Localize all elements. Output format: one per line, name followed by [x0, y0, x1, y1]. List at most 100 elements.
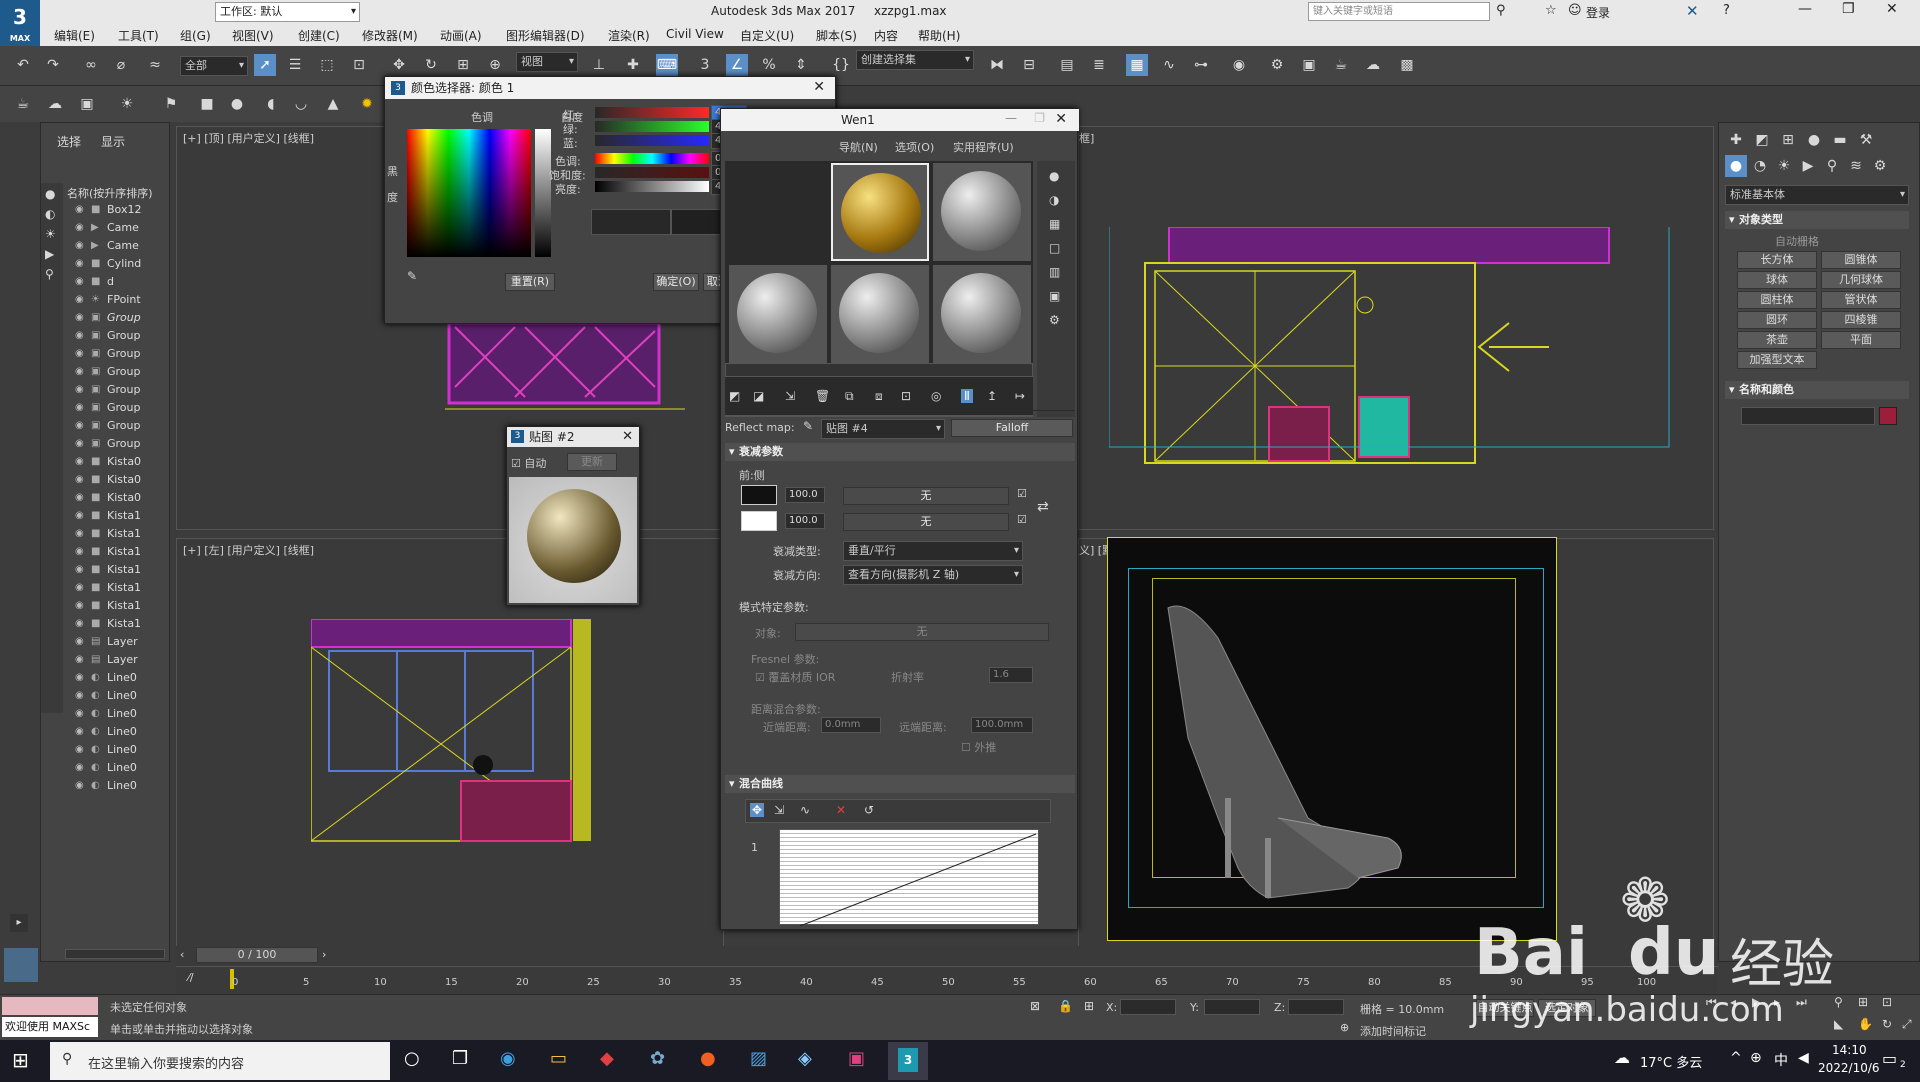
- viewport-left[interactable]: [+] [左] [用户定义] [线框]: [176, 538, 724, 950]
- filter-helpers-icon[interactable]: ⚲: [45, 267, 54, 281]
- undo-icon[interactable]: ↶: [12, 54, 34, 76]
- taskbar-search[interactable]: ⚲ 在这里输入你要搜索的内容: [50, 1042, 390, 1080]
- tab-select[interactable]: 选择: [57, 133, 81, 150]
- list-item[interactable]: ◉ ■ Box12: [65, 201, 165, 219]
- app-icon-3[interactable]: ▨: [750, 1048, 767, 1069]
- unlink-icon[interactable]: ⌀: [110, 54, 132, 76]
- list-item[interactable]: ◉ ■ Kista1: [65, 507, 165, 525]
- list-item[interactable]: ◉ ■ d: [65, 273, 165, 291]
- reset-curve-icon[interactable]: ↺: [864, 803, 874, 817]
- box-icon[interactable]: ■: [196, 93, 218, 115]
- add-point-icon[interactable]: ∿: [800, 803, 810, 817]
- show-end-icon[interactable]: Ⅱ: [961, 389, 973, 403]
- list-item[interactable]: ◉ ◐ Line0: [65, 741, 165, 759]
- ime-indicator[interactable]: 中: [1774, 1050, 1788, 1070]
- put-to-scene-icon[interactable]: ◪: [753, 389, 764, 403]
- align-icon[interactable]: ⊟: [1018, 54, 1040, 76]
- lock-selection-icon[interactable]: 🔒: [1058, 999, 1073, 1013]
- list-item[interactable]: ◉ ■ Kista1: [65, 525, 165, 543]
- menu-customize[interactable]: 自定义(U): [740, 27, 794, 44]
- light-icon[interactable]: ☀: [116, 93, 138, 115]
- cloud-icon[interactable]: ☁: [44, 93, 66, 115]
- list-item[interactable]: ◉ ◐ Line0: [65, 669, 165, 687]
- box-button[interactable]: 长方体: [1737, 251, 1817, 269]
- viewport-top-label[interactable]: [+] [顶] [用户定义] [线框]: [183, 130, 314, 146]
- value-slider[interactable]: [595, 181, 709, 192]
- side-map-checkbox[interactable]: ☑: [1017, 513, 1027, 526]
- red-slider[interactable]: [595, 107, 709, 118]
- list-item[interactable]: ◉ ■ Kista1: [65, 543, 165, 561]
- object-color-swatch[interactable]: [1879, 407, 1897, 425]
- hemisphere-icon[interactable]: ◖: [260, 93, 282, 115]
- app-icon-4[interactable]: ◈: [798, 1048, 812, 1069]
- list-item[interactable]: ◉ ▣ Group: [65, 327, 165, 345]
- help-icon[interactable]: ?: [1723, 3, 1730, 18]
- user-icon[interactable]: ☺: [1568, 3, 1582, 18]
- falloff-params-rollout[interactable]: 衰减参数: [725, 443, 1075, 461]
- list-item[interactable]: ◉ ■ Kista1: [65, 561, 165, 579]
- list-item[interactable]: ◉ ▣ Group: [65, 381, 165, 399]
- show-shaded-icon[interactable]: ◎: [931, 389, 941, 403]
- geometry-icon[interactable]: ●: [1725, 155, 1747, 177]
- lights-icon[interactable]: ☀: [1773, 155, 1795, 177]
- falloff-type-select[interactable]: 垂直/平行: [843, 541, 1023, 561]
- ior-spinner[interactable]: 1.6: [989, 667, 1033, 683]
- link-icon[interactable]: ∞: [80, 54, 102, 76]
- x-coord-input[interactable]: [1120, 999, 1176, 1015]
- login-link[interactable]: 登录: [1586, 4, 1610, 21]
- edit-named-sel-icon[interactable]: {}: [830, 54, 852, 76]
- front-map-button[interactable]: 无: [843, 487, 1009, 505]
- motion-tab-icon[interactable]: ●: [1803, 129, 1825, 151]
- selection-filter-select[interactable]: 全部: [180, 56, 248, 76]
- time-tag-icon[interactable]: ⊕: [1340, 1021, 1349, 1034]
- backlight-icon[interactable]: ◑: [1049, 193, 1059, 207]
- close-icon[interactable]: ✕: [813, 79, 825, 95]
- front-map-checkbox[interactable]: ☑: [1017, 487, 1027, 500]
- weather-icon[interactable]: ☁: [1614, 1048, 1630, 1067]
- pyramid-button[interactable]: 四棱锥: [1821, 311, 1901, 329]
- modify-tab-icon[interactable]: ◩: [1751, 129, 1773, 151]
- add-time-tag[interactable]: 添加时间标记: [1360, 1023, 1426, 1039]
- firefox-icon[interactable]: ●: [700, 1048, 716, 1069]
- sample-slot[interactable]: [933, 265, 1031, 363]
- pivot-icon[interactable]: ⊥: [588, 54, 610, 76]
- isolate-icon[interactable]: ⊠: [1030, 999, 1040, 1013]
- uv-tiling-icon[interactable]: □: [1049, 241, 1060, 255]
- falloff-dir-select[interactable]: 查看方向(摄影机 Z 轴): [843, 565, 1023, 585]
- transform-center-icon[interactable]: ✚: [622, 54, 644, 76]
- layer-explorer-icon[interactable]: ≣: [1088, 54, 1110, 76]
- cameras-icon[interactable]: ▶: [1797, 155, 1819, 177]
- list-item[interactable]: ◉ ◐ Line0: [65, 705, 165, 723]
- sphere-button[interactable]: 球体: [1737, 271, 1817, 289]
- image-icon[interactable]: ▣: [76, 93, 98, 115]
- maxscript-listener[interactable]: 欢迎使用 MAXSc: [2, 1017, 98, 1037]
- hue-blackness-box[interactable]: [407, 129, 531, 257]
- 3dsmax-taskbar-button[interactable]: 3: [888, 1042, 928, 1080]
- menu-modifiers[interactable]: 修改器(M): [362, 27, 418, 44]
- app-logo[interactable]: 3 MAX: [0, 0, 40, 46]
- get-material-icon[interactable]: ◩: [729, 389, 740, 403]
- sample-slot-active[interactable]: [831, 163, 929, 261]
- window-crossing-icon[interactable]: ⊡: [348, 54, 370, 76]
- mirror-icon[interactable]: ⧓: [986, 54, 1008, 76]
- display-tab-icon[interactable]: ▬: [1829, 129, 1851, 151]
- geosphere-button[interactable]: 几何球体: [1821, 271, 1901, 289]
- app-icon-5[interactable]: ▣: [848, 1048, 865, 1069]
- spacewarps-icon[interactable]: ≋: [1845, 155, 1867, 177]
- render-frame-icon[interactable]: ▣: [1298, 54, 1320, 76]
- task-view-icon[interactable]: ❐: [452, 1048, 468, 1069]
- list-item[interactable]: ◉ ☀ FPoint: [65, 291, 165, 309]
- list-item[interactable]: ◉ ▣ Group: [65, 399, 165, 417]
- tray-chevron-icon[interactable]: ^: [1730, 1050, 1742, 1066]
- menu-help[interactable]: 帮助(H): [918, 27, 960, 44]
- hierarchy-tab-icon[interactable]: ⊞: [1777, 129, 1799, 151]
- minimize-button[interactable]: —: [1005, 111, 1017, 125]
- torus-button[interactable]: 圆环: [1737, 311, 1817, 329]
- close-icon[interactable]: ✕: [622, 429, 633, 444]
- cylinder-button[interactable]: 圆柱体: [1737, 291, 1817, 309]
- percent-snap-icon[interactable]: %: [758, 54, 780, 76]
- z-coord-input[interactable]: [1288, 999, 1344, 1015]
- absolute-mode-icon[interactable]: ⊞: [1084, 999, 1094, 1013]
- next-frame-icon[interactable]: ›: [322, 948, 326, 961]
- object-pick-button[interactable]: 无: [795, 623, 1049, 641]
